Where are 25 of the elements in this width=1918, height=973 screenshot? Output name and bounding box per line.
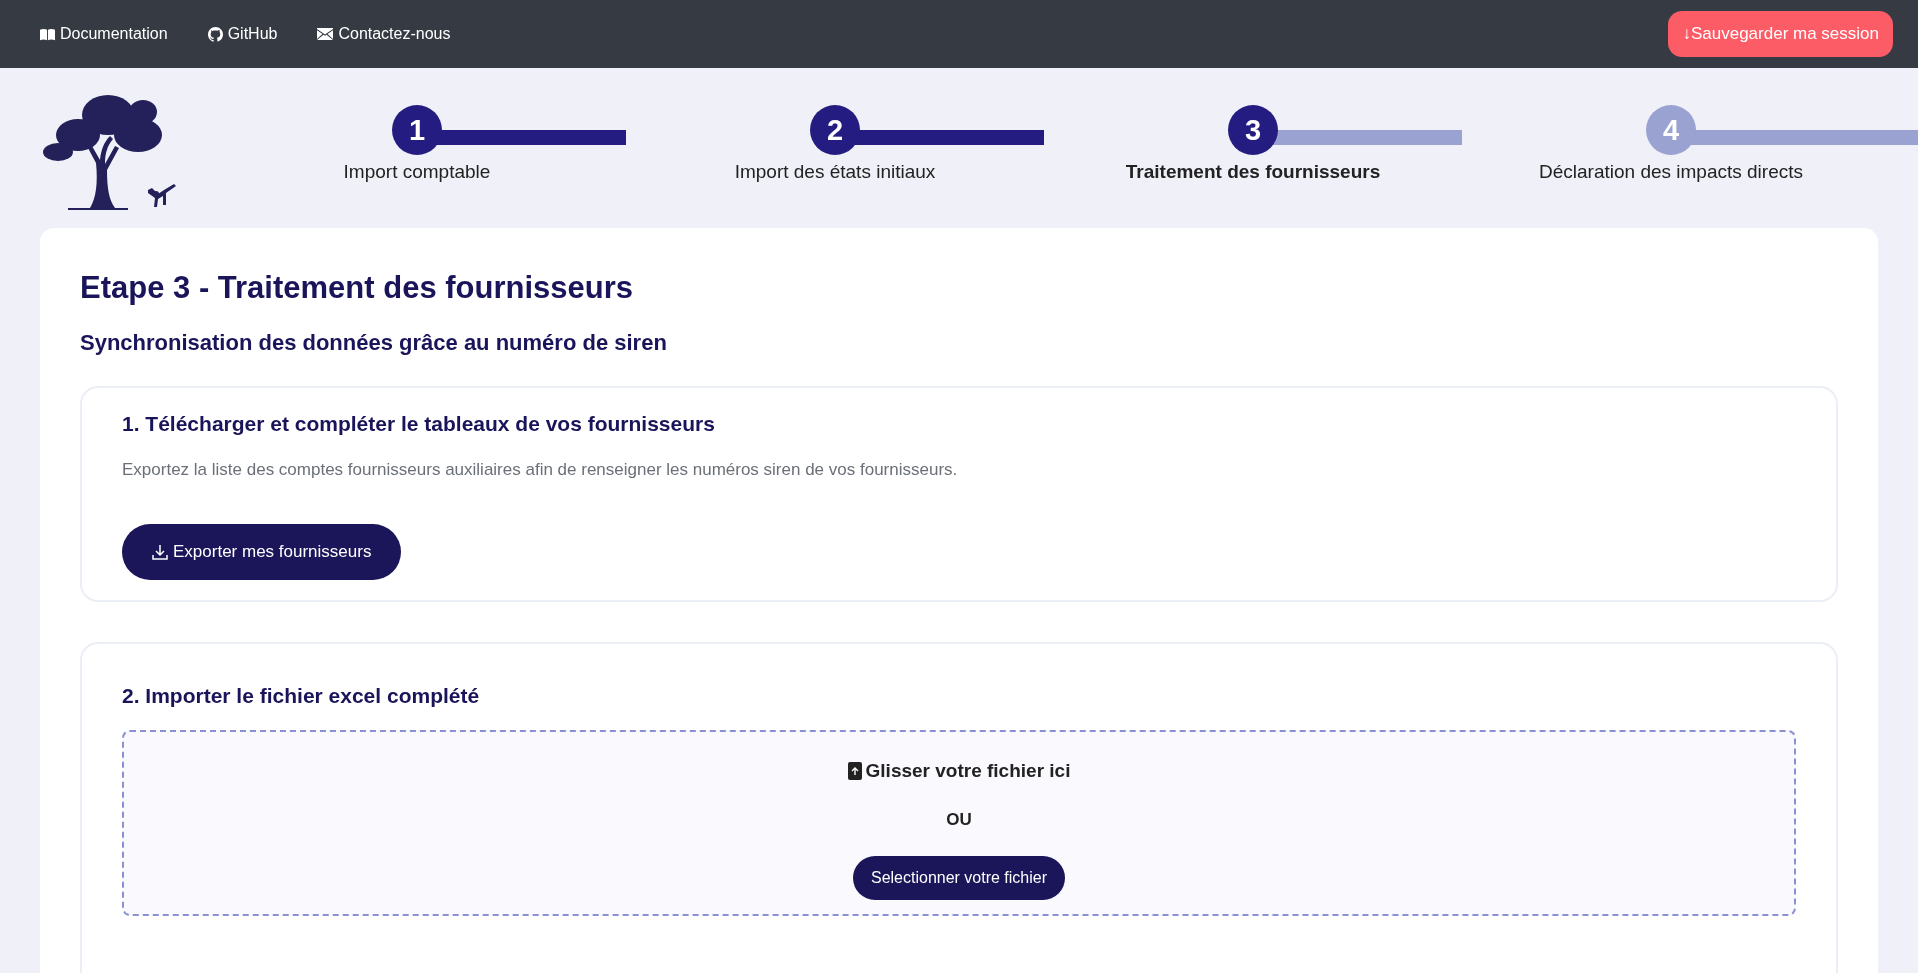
envelope-icon — [317, 28, 334, 40]
book-icon — [40, 27, 55, 41]
nav-link[interactable]: Contactez-nous — [317, 25, 451, 43]
drop-instruction: Glisser votre fichier ici — [865, 760, 1071, 782]
section-heading: 2. Importer le fichier excel complété — [122, 684, 480, 708]
github-icon — [207, 26, 223, 42]
page-title: Etape 3 - Traitement des fournisseurs — [80, 270, 633, 306]
step-label: Import comptable — [343, 161, 491, 183]
step-number[interactable]: 1 — [392, 105, 442, 155]
step-number[interactable]: 3 — [1228, 105, 1278, 155]
step-label: Import des états initiaux — [734, 161, 936, 183]
step-number[interactable]: 2 — [810, 105, 860, 155]
download-icon — [152, 544, 168, 560]
upload-icon — [847, 762, 862, 780]
section-heading: 1. Télécharger et compléter le tableaux de vos fournisseurs — [122, 412, 715, 436]
separator-text: OU — [946, 810, 972, 830]
select-file-button[interactable]: Selectionner votre fichier — [852, 856, 1066, 900]
nav-link[interactable]: Documentation — [40, 25, 168, 43]
step-label: Traitement des fournisseurs — [1125, 161, 1381, 183]
step-label: Déclaration des impacts directs — [1539, 161, 1803, 183]
file-drop-zone[interactable]: Glisser votre fichier ici OU Selectionner votre fichier — [122, 730, 1796, 916]
export-button[interactable]: Exporter mes fournisseurs — [122, 524, 402, 580]
page-subtitle: Synchronisation des données grâce au numéro de siren — [80, 330, 667, 356]
nav-link[interactable]: GitHub — [207, 25, 278, 43]
section-description: Exportez la liste des comptes fournisseurs auxiliaires afin de renseigner les numéros siren de vos fournisseurs. — [122, 460, 958, 480]
